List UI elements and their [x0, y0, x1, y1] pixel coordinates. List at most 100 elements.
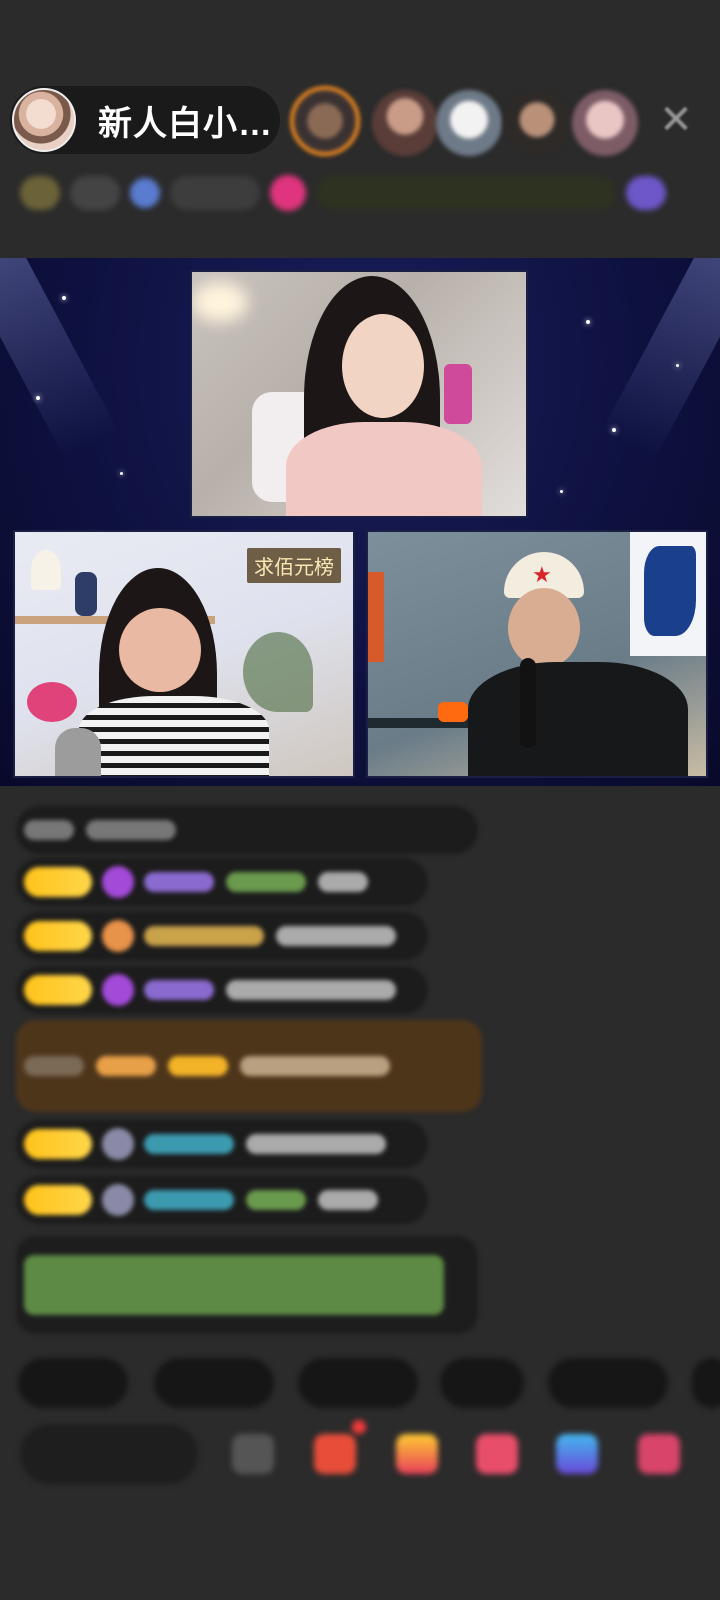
painting-stroke	[644, 546, 696, 636]
activity-icon[interactable]	[556, 1434, 598, 1474]
chat-text	[276, 926, 396, 946]
fan-badge-icon	[102, 1184, 134, 1216]
quick-reply-button[interactable]	[692, 1358, 720, 1408]
star	[612, 428, 616, 432]
level-badge	[24, 1129, 92, 1159]
level-badge	[24, 975, 92, 1005]
star	[560, 490, 563, 493]
chat-badge	[96, 1056, 156, 1076]
quick-reply-button[interactable]	[298, 1358, 418, 1408]
hot-icon	[270, 175, 306, 211]
chat-badge	[24, 1056, 84, 1076]
lamp	[31, 550, 61, 590]
host-face	[342, 314, 424, 418]
guest-face	[508, 588, 580, 668]
chat-message	[16, 1120, 428, 1168]
host-name: 新人白小…	[98, 104, 273, 143]
game-icon[interactable]	[476, 1434, 518, 1474]
chat-message	[16, 1176, 428, 1224]
plant	[243, 632, 313, 712]
spotlight-beam	[0, 258, 119, 460]
info-chip	[70, 176, 120, 210]
emoji-icon[interactable]	[232, 1434, 274, 1474]
host-body	[286, 422, 482, 516]
viewer-avatar-4[interactable]	[504, 90, 570, 156]
figurine	[75, 572, 97, 616]
close-icon[interactable]: ✕	[656, 100, 696, 140]
quick-reply-button[interactable]	[154, 1358, 274, 1408]
host-info-pill[interactable]: 新人白小…	[10, 86, 280, 154]
guest-video-tile-right[interactable]: ★	[366, 530, 708, 778]
red-packet-icon[interactable]	[314, 1434, 356, 1474]
chat-text	[246, 1190, 306, 1210]
fan-badge-icon	[102, 1128, 134, 1160]
quick-reply-button[interactable]	[548, 1358, 668, 1408]
viewer-avatar-2[interactable]	[372, 90, 438, 156]
chat-message	[16, 966, 428, 1014]
star	[586, 320, 590, 324]
fan-badge-icon	[102, 866, 134, 898]
rank-badge	[20, 176, 60, 210]
guest-face-sticker	[119, 608, 201, 692]
host-video-tile[interactable]	[190, 270, 528, 518]
chat-username[interactable]	[144, 1134, 234, 1154]
fan-badge-icon	[102, 920, 134, 952]
chat-username[interactable]	[144, 872, 214, 892]
star-icon: ★	[532, 562, 552, 587]
chat-text	[86, 820, 176, 840]
chat-text	[240, 1056, 390, 1076]
multi-guest-stage: 求佰元榜 ★	[0, 258, 720, 786]
chat-username[interactable]	[144, 926, 264, 946]
star	[120, 472, 123, 475]
star	[676, 364, 679, 367]
chat-message-highlight	[16, 1020, 482, 1112]
quick-reply-row	[18, 1358, 720, 1410]
viewer-avatar-5[interactable]	[572, 90, 638, 156]
guest-tag: 求佰元榜	[247, 548, 341, 583]
level-badge	[24, 1185, 92, 1215]
chat-text	[318, 1190, 378, 1210]
viewer-avatar-3[interactable]	[436, 90, 502, 156]
chat-text	[246, 1134, 386, 1154]
quick-reply-button[interactable]	[18, 1358, 128, 1408]
gift-box-icon[interactable]	[396, 1434, 438, 1474]
system-notice	[16, 1236, 478, 1334]
guest-video-tile-left[interactable]: 求佰元榜	[13, 530, 355, 778]
guest-striped-shirt	[79, 696, 269, 776]
microphone	[55, 728, 101, 776]
chat-message	[16, 806, 478, 854]
spotlight-beam	[601, 258, 720, 460]
host-avatar[interactable]	[12, 88, 76, 152]
notice-text	[24, 1255, 444, 1315]
chat-text	[226, 980, 396, 1000]
level-badge	[24, 921, 92, 951]
notification-dot	[352, 1420, 366, 1434]
bottom-toolbar	[0, 1420, 720, 1484]
star	[36, 396, 40, 400]
toy	[444, 364, 472, 424]
level-badge	[24, 867, 92, 897]
star	[62, 296, 66, 300]
chat-input[interactable]	[20, 1424, 198, 1484]
flowers	[27, 682, 77, 722]
fan-icon	[130, 178, 160, 208]
chat-text	[318, 872, 368, 892]
chat-text	[24, 820, 74, 840]
quick-reply-button[interactable]	[440, 1358, 524, 1408]
orange-panel	[368, 572, 384, 662]
chat-message	[16, 912, 428, 960]
chat-text	[226, 872, 306, 892]
wall-painting	[630, 532, 706, 656]
gift-icon[interactable]	[626, 176, 666, 210]
info-strip[interactable]	[20, 168, 690, 218]
marquee-banner[interactable]	[316, 176, 616, 210]
chat-message	[16, 858, 428, 906]
orange-object	[438, 702, 468, 722]
fan-badge-icon	[102, 974, 134, 1006]
lamp-glow	[192, 282, 248, 322]
more-icon[interactable]	[638, 1434, 680, 1474]
chat-username[interactable]	[144, 980, 214, 1000]
chat-username[interactable]	[144, 1190, 234, 1210]
chat-badge	[168, 1056, 228, 1076]
viewer-avatar-1[interactable]	[290, 86, 360, 156]
